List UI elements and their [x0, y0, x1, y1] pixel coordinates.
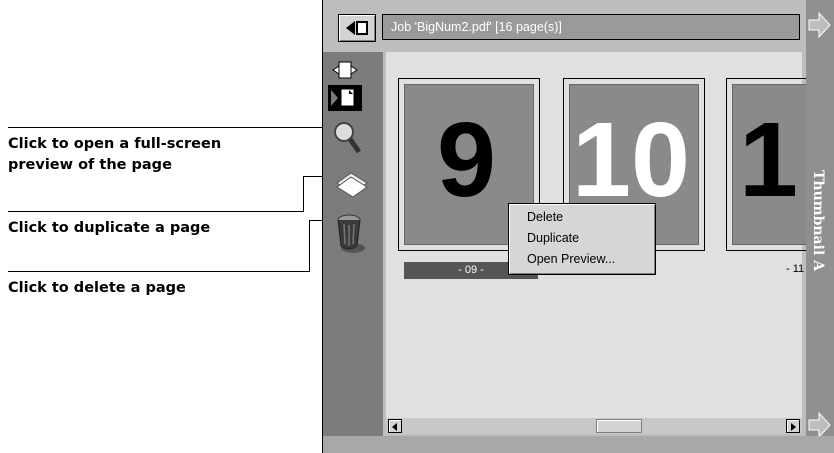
back-arrow-icon: [346, 21, 368, 35]
callout-line-delete-h: [8, 271, 310, 272]
page-view-button[interactable]: [328, 85, 362, 111]
duplicate-button[interactable]: [335, 167, 369, 201]
page-number: 1: [739, 101, 798, 219]
page-label-11: - 11: [786, 263, 805, 275]
scroll-right-button[interactable]: [786, 419, 800, 433]
side-label-text: Thumbnail A: [810, 170, 826, 272]
menu-item-duplicate[interactable]: Duplicate: [527, 231, 579, 245]
thumbnail-page-11[interactable]: 1: [726, 78, 816, 251]
horizontal-scrollbar[interactable]: [386, 418, 802, 434]
thumbnail-panel-label: Thumbnail A: [808, 170, 832, 320]
callout-line-preview-h: [8, 127, 352, 128]
menu-item-delete[interactable]: Delete: [527, 210, 563, 224]
page-number: 10: [572, 101, 690, 219]
annotation-duplicate: Click to duplicate a page: [8, 220, 211, 236]
status-bar: [323, 436, 834, 453]
context-menu: Delete Duplicate Open Preview...: [508, 203, 656, 275]
callout-line-duplicate-h: [8, 211, 304, 212]
duplicate-pages-icon: [336, 172, 368, 198]
back-button[interactable]: [338, 14, 376, 42]
trash-icon: [337, 214, 365, 253]
page-orientation-icon: [332, 61, 358, 79]
magnifier-icon: [334, 122, 362, 154]
page-number: 9: [437, 101, 496, 219]
callout-line-delete-v: [309, 220, 310, 272]
arrow-right-icon: [808, 11, 831, 39]
annotation-delete: Click to delete a page: [8, 280, 186, 296]
right-arrow-top-button[interactable]: [806, 10, 832, 40]
job-title: Job 'BigNum2.pdf' [16 page(s)]: [382, 14, 800, 40]
callout-line-duplicate-v: [303, 176, 304, 212]
scroll-left-button[interactable]: [388, 419, 402, 433]
orientation-button[interactable]: [328, 58, 362, 84]
annotation-preview: Click to open a full-screen preview of t…: [8, 136, 222, 173]
arrow-right-icon: [791, 423, 796, 431]
tool-palette: [323, 52, 383, 452]
delete-button[interactable]: [333, 212, 367, 254]
arrow-left-icon: [392, 423, 397, 431]
page-icon: [331, 89, 354, 106]
menu-item-open-preview[interactable]: Open Preview...: [527, 252, 615, 266]
scroll-thumb[interactable]: [596, 419, 642, 433]
preview-button[interactable]: [331, 120, 362, 160]
